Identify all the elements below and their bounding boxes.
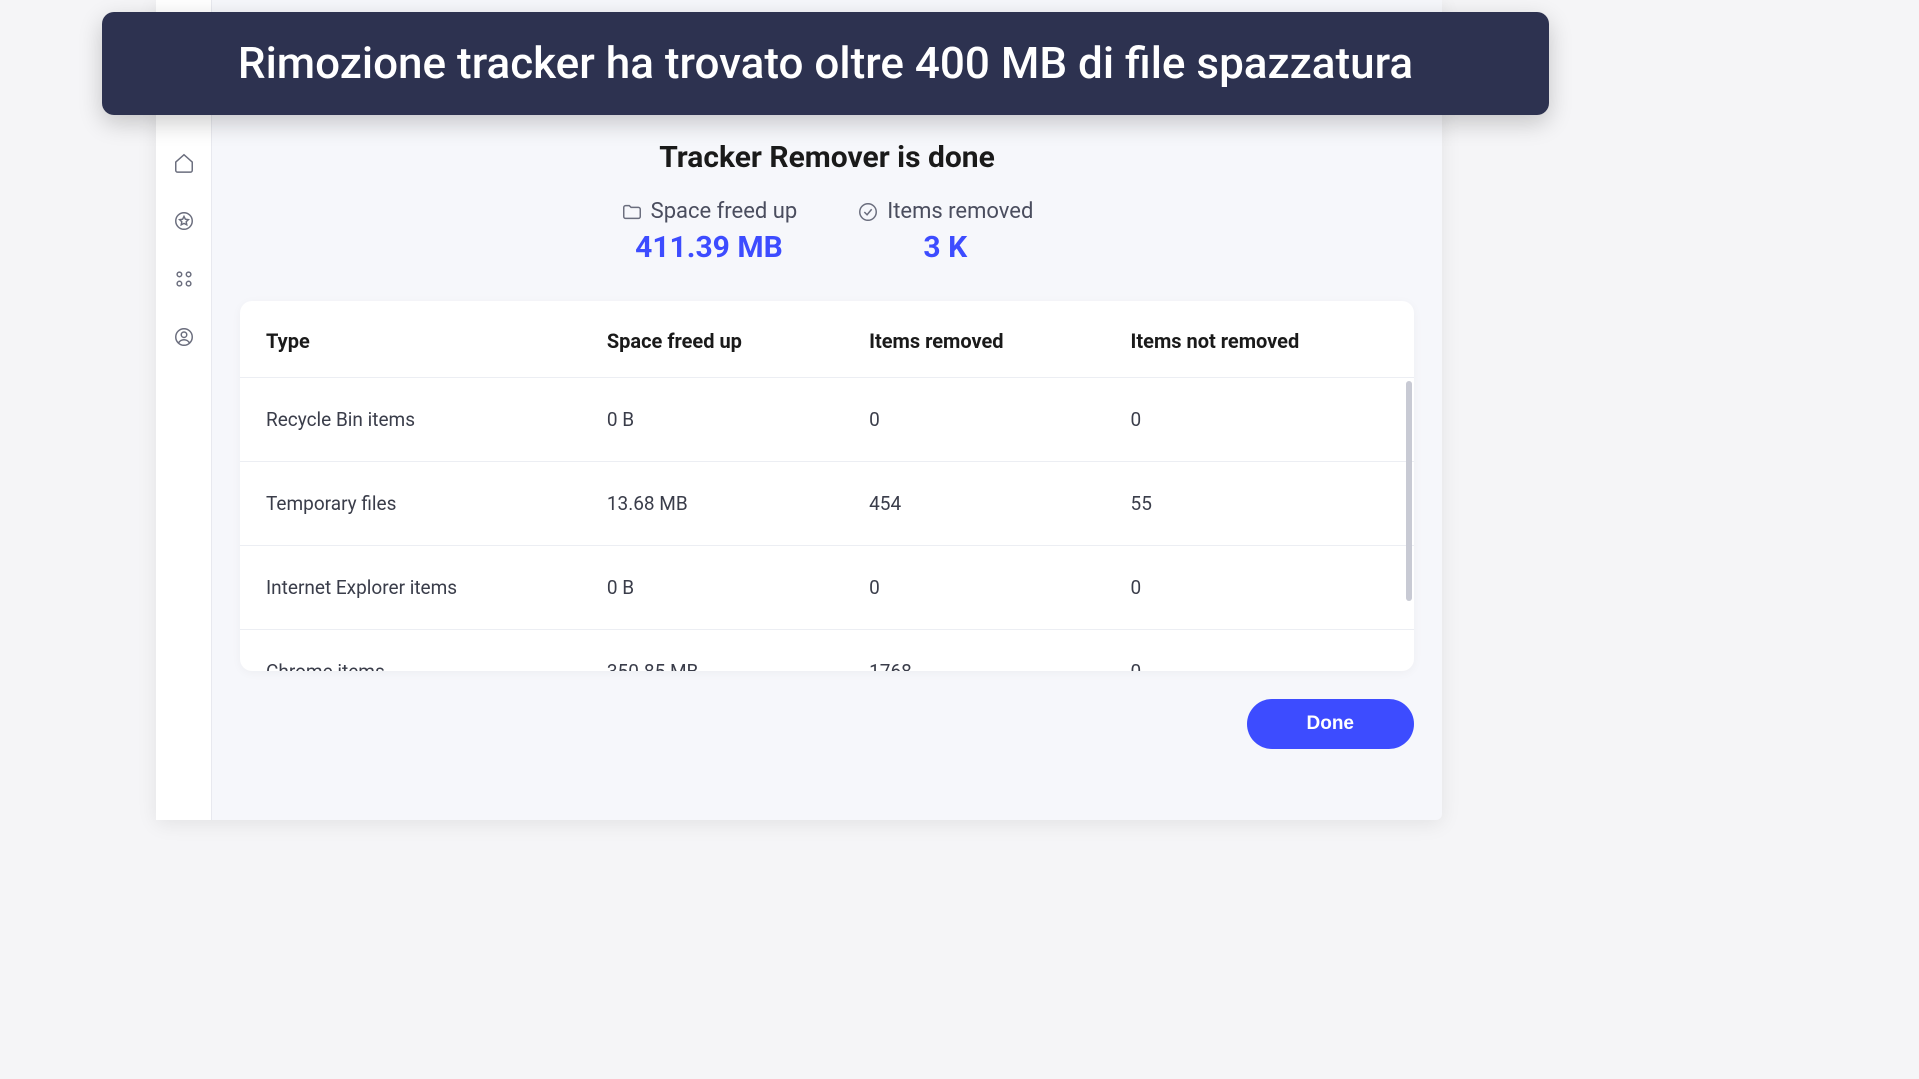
cell-space: 350.85 MB bbox=[581, 630, 843, 672]
stat-value: 411.39 MB bbox=[635, 230, 783, 265]
star-icon bbox=[173, 210, 195, 232]
scrollbar[interactable] bbox=[1406, 381, 1412, 661]
sidebar-favorites[interactable] bbox=[166, 203, 202, 239]
cell-notRemoved: 0 bbox=[1105, 378, 1414, 462]
table-scroll[interactable]: Type Space freed up Items removed Items … bbox=[240, 301, 1414, 671]
main-content: Tracker Remover is done Space freed up 4… bbox=[212, 0, 1442, 820]
cell-type: Temporary files bbox=[240, 462, 581, 546]
scrollbar-thumb[interactable] bbox=[1406, 381, 1412, 601]
stat-value: 3 K bbox=[923, 230, 967, 265]
sidebar-apps[interactable] bbox=[166, 261, 202, 297]
stat-label: Space freed up bbox=[651, 199, 798, 224]
folder-icon bbox=[621, 201, 643, 223]
sidebar bbox=[156, 0, 212, 820]
cell-removed: 1768 bbox=[843, 630, 1104, 672]
cell-notRemoved: 0 bbox=[1105, 546, 1414, 630]
results-table: Type Space freed up Items removed Items … bbox=[240, 301, 1414, 671]
cell-removed: 454 bbox=[843, 462, 1104, 546]
col-removed: Items removed bbox=[843, 301, 1104, 378]
cell-space: 0 B bbox=[581, 378, 843, 462]
stat-items-removed: Items removed 3 K bbox=[857, 199, 1033, 265]
annotation-banner: Rimozione tracker ha trovato oltre 400 M… bbox=[102, 12, 1549, 115]
cell-space: 13.68 MB bbox=[581, 462, 843, 546]
stat-label: Items removed bbox=[887, 199, 1033, 224]
cell-removed: 0 bbox=[843, 378, 1104, 462]
summary-stats: Space freed up 411.39 MB Items removed 3… bbox=[212, 199, 1442, 265]
cell-type: Chrome items bbox=[240, 630, 581, 672]
table-row: Internet Explorer items0 B00 bbox=[240, 546, 1414, 630]
cell-space: 0 B bbox=[581, 546, 843, 630]
footer: Done bbox=[212, 671, 1442, 749]
table-row: Recycle Bin items0 B00 bbox=[240, 378, 1414, 462]
user-icon bbox=[173, 326, 195, 348]
home-icon bbox=[173, 152, 195, 174]
app-window: Tracker Remover is done Space freed up 4… bbox=[156, 0, 1442, 820]
col-type: Type bbox=[240, 301, 581, 378]
check-circle-icon bbox=[857, 201, 879, 223]
sidebar-profile[interactable] bbox=[166, 319, 202, 355]
cell-type: Internet Explorer items bbox=[240, 546, 581, 630]
cell-notRemoved: 0 bbox=[1105, 630, 1414, 672]
page-title: Tracker Remover is done bbox=[212, 140, 1442, 175]
apps-icon bbox=[173, 268, 195, 290]
cell-removed: 0 bbox=[843, 546, 1104, 630]
col-space: Space freed up bbox=[581, 301, 843, 378]
col-not-removed: Items not removed bbox=[1105, 301, 1414, 378]
table-row: Chrome items350.85 MB17680 bbox=[240, 630, 1414, 672]
results-table-card: Type Space freed up Items removed Items … bbox=[240, 301, 1414, 671]
cell-type: Recycle Bin items bbox=[240, 378, 581, 462]
cell-notRemoved: 55 bbox=[1105, 462, 1414, 546]
table-row: Temporary files13.68 MB45455 bbox=[240, 462, 1414, 546]
done-button[interactable]: Done bbox=[1247, 699, 1415, 749]
sidebar-home[interactable] bbox=[166, 145, 202, 181]
stat-space-freed: Space freed up 411.39 MB bbox=[621, 199, 798, 265]
